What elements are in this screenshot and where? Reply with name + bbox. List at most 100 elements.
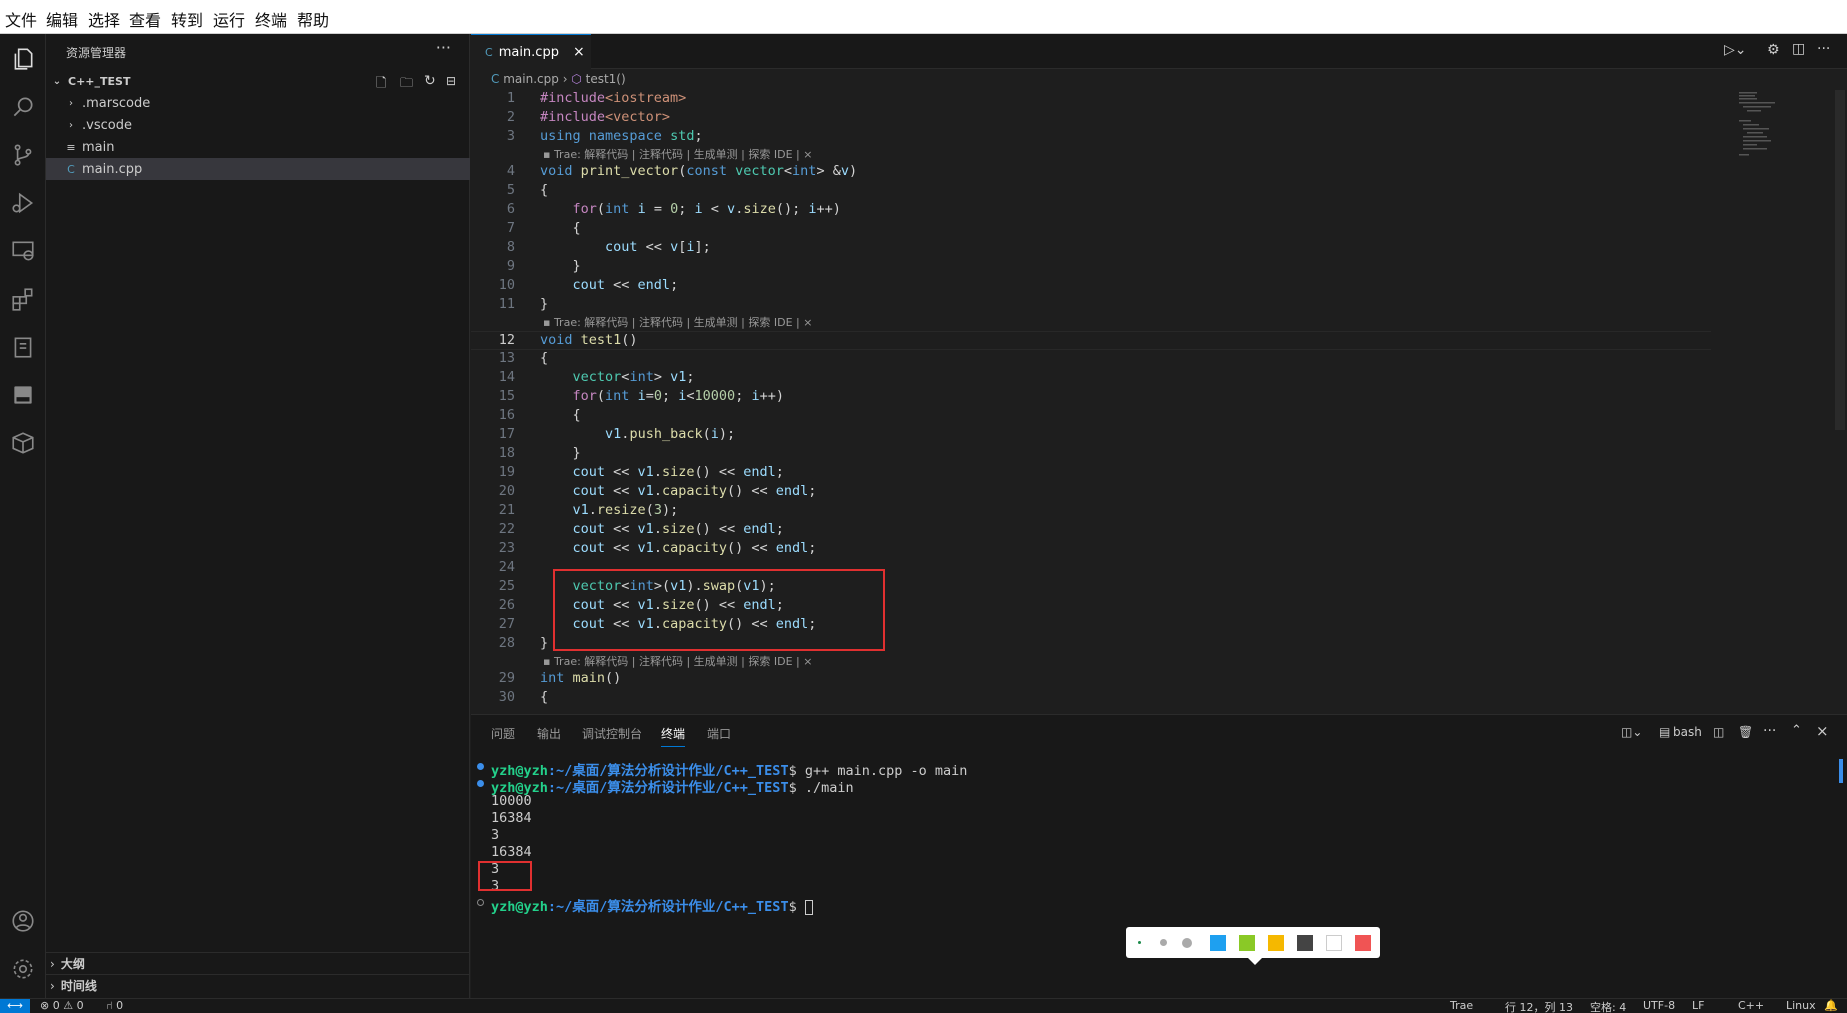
panel-icon[interactable] bbox=[8, 380, 38, 410]
tab-main-cpp[interactable]: C main.cpp × bbox=[471, 34, 591, 69]
terminal-shell-name[interactable]: bash bbox=[1673, 725, 1702, 739]
code-text: void test1() bbox=[540, 332, 638, 348]
code-line: 4 void print_vector(const vector<int> &v) bbox=[471, 163, 1711, 182]
close-panel-icon[interactable]: × bbox=[1816, 722, 1829, 740]
problems-count[interactable]: ⊗ 0 ⚠ 0 bbox=[40, 999, 84, 1012]
color-swatch-green[interactable] bbox=[1239, 935, 1255, 951]
more-actions-icon[interactable]: ··· bbox=[1763, 723, 1776, 739]
minimap[interactable] bbox=[1737, 90, 1787, 160]
tab-output[interactable]: 输出 bbox=[537, 725, 561, 742]
tab-terminal[interactable]: 终端 bbox=[661, 725, 686, 747]
extensions-icon[interactable] bbox=[8, 284, 38, 314]
line-number: 26 bbox=[498, 597, 515, 613]
search-icon[interactable] bbox=[8, 92, 38, 122]
timeline-section[interactable]: › 时间线 bbox=[46, 974, 470, 996]
trash-icon[interactable]: 🗑 bbox=[1738, 725, 1753, 739]
terminal-scrollbar[interactable] bbox=[1839, 759, 1843, 783]
more-actions-icon[interactable]: ··· bbox=[1817, 41, 1830, 57]
editor-scrollbar[interactable] bbox=[1835, 90, 1845, 430]
more-actions-icon[interactable]: ··· bbox=[436, 38, 451, 57]
account-icon[interactable] bbox=[8, 906, 38, 936]
menu-bar: 文件 编辑 选择 查看 转到 运行 终端 帮助 bbox=[0, 0, 1847, 34]
remote-explorer-icon[interactable] bbox=[8, 236, 38, 266]
cursor-position[interactable]: 行 12，列 13 bbox=[1505, 999, 1573, 1013]
ports-count[interactable]: ⑁ 0 bbox=[106, 999, 123, 1012]
run-file-icon[interactable]: ▷⌄ bbox=[1724, 42, 1747, 58]
testing-icon[interactable] bbox=[8, 332, 38, 362]
code-text: #include<vector> bbox=[540, 109, 671, 125]
code-text: cout << v1.size() << endl; bbox=[572, 464, 784, 480]
code-text: } bbox=[540, 445, 581, 461]
tree-item-marscode[interactable]: › .marscode bbox=[46, 92, 470, 114]
indentation[interactable]: 空格: 4 bbox=[1590, 999, 1626, 1013]
code-text: v1.push_back(i); bbox=[605, 426, 736, 442]
color-swatch-blue[interactable] bbox=[1210, 935, 1226, 951]
color-swatch-white[interactable] bbox=[1326, 935, 1342, 951]
close-icon[interactable]: × bbox=[573, 44, 585, 60]
refresh-icon[interactable]: ↻ bbox=[424, 73, 436, 89]
os-indicator[interactable]: Linux bbox=[1786, 999, 1816, 1012]
pen-size-large[interactable] bbox=[1182, 938, 1192, 948]
menu-file[interactable]: 文件 bbox=[5, 7, 37, 31]
menu-help[interactable]: 帮助 bbox=[297, 7, 329, 31]
remote-indicator-icon[interactable]: ⟷ bbox=[0, 999, 30, 1013]
outline-section[interactable]: › 大纲 bbox=[46, 952, 470, 974]
split-editor-icon[interactable]: ◫ bbox=[1792, 41, 1805, 57]
line-number: 23 bbox=[498, 540, 515, 556]
menu-view[interactable]: 查看 bbox=[129, 7, 161, 31]
color-swatch-dark[interactable] bbox=[1297, 935, 1313, 951]
language-mode[interactable]: C++ bbox=[1738, 999, 1764, 1012]
encoding[interactable]: UTF-8 bbox=[1643, 999, 1675, 1012]
tree-item-vscode[interactable]: › .vscode bbox=[46, 114, 470, 136]
notifications-bell-icon[interactable]: 🔔 bbox=[1824, 999, 1838, 1012]
source-control-icon[interactable] bbox=[8, 140, 38, 170]
menu-goto[interactable]: 转到 bbox=[171, 7, 203, 31]
new-terminal-split-icon[interactable]: ◫⌄ bbox=[1621, 725, 1642, 739]
terminal-icon: ▤ bbox=[1659, 725, 1671, 739]
codelens-actions[interactable]: ▪ Trae: 解释代码 | 注释代码 | 生成单测 | 探索 IDE | × bbox=[543, 653, 812, 669]
settings-gear-icon[interactable] bbox=[8, 954, 38, 984]
maximize-panel-icon[interactable]: ⌃ bbox=[1791, 723, 1802, 738]
code-line: 13 { bbox=[471, 350, 1711, 369]
end-of-line[interactable]: LF bbox=[1692, 999, 1704, 1012]
code-line: 12 void test1() bbox=[471, 331, 1711, 350]
code-text: cout << v1.capacity() << endl; bbox=[572, 540, 817, 556]
package-icon[interactable] bbox=[8, 428, 38, 458]
menu-edit[interactable]: 编辑 bbox=[46, 7, 78, 31]
line-number: 21 bbox=[498, 502, 515, 518]
code-line: 18 } bbox=[471, 445, 1711, 464]
menu-select[interactable]: 选择 bbox=[88, 7, 120, 31]
split-terminal-icon[interactable]: ◫ bbox=[1713, 725, 1724, 739]
breadcrumb-file[interactable]: main.cpp bbox=[503, 72, 559, 86]
code-line: 5{ bbox=[471, 182, 1711, 201]
tree-item-main-cpp[interactable]: C main.cpp bbox=[46, 158, 470, 180]
command-status-dot[interactable] bbox=[477, 899, 484, 906]
pen-size-small[interactable] bbox=[1138, 941, 1141, 944]
tree-item-main[interactable]: ≡ main bbox=[46, 136, 470, 158]
command-status-dot[interactable] bbox=[477, 780, 484, 787]
pen-size-medium[interactable] bbox=[1160, 939, 1167, 946]
menu-run[interactable]: 运行 bbox=[213, 7, 245, 31]
trae-status[interactable]: Trae bbox=[1450, 999, 1473, 1012]
code-line: 2 #include<vector> bbox=[471, 109, 1711, 128]
line-number: 22 bbox=[498, 521, 515, 537]
gear-icon[interactable]: ⚙ bbox=[1767, 42, 1780, 58]
codelens-actions[interactable]: ▪ Trae: 解释代码 | 注释代码 | 生成单测 | 探索 IDE | × bbox=[543, 314, 812, 330]
tab-problems[interactable]: 问题 bbox=[491, 725, 515, 742]
cpp-file-icon: C bbox=[491, 72, 500, 86]
cpp-file-icon: C bbox=[67, 162, 75, 176]
explorer-icon[interactable] bbox=[8, 44, 38, 74]
command-status-dot[interactable] bbox=[477, 763, 484, 770]
color-swatch-yellow[interactable] bbox=[1268, 935, 1284, 951]
color-swatch-red[interactable] bbox=[1355, 935, 1371, 951]
tab-bar: C main.cpp × ▷⌄ ⚙ ◫ ··· bbox=[471, 34, 1847, 69]
tab-ports[interactable]: 端口 bbox=[707, 725, 731, 742]
line-number: 4 bbox=[506, 163, 515, 179]
collapse-all-icon[interactable]: ⊟ bbox=[446, 74, 456, 88]
line-number: 9 bbox=[506, 258, 515, 274]
run-debug-icon[interactable] bbox=[8, 188, 38, 218]
menu-terminal[interactable]: 终端 bbox=[255, 7, 287, 31]
codelens-actions[interactable]: ▪ Trae: 解释代码 | 注释代码 | 生成单测 | 探索 IDE | × bbox=[543, 146, 812, 162]
tab-debug-console[interactable]: 调试控制台 bbox=[582, 725, 642, 742]
breadcrumb-symbol[interactable]: test1() bbox=[586, 72, 626, 86]
